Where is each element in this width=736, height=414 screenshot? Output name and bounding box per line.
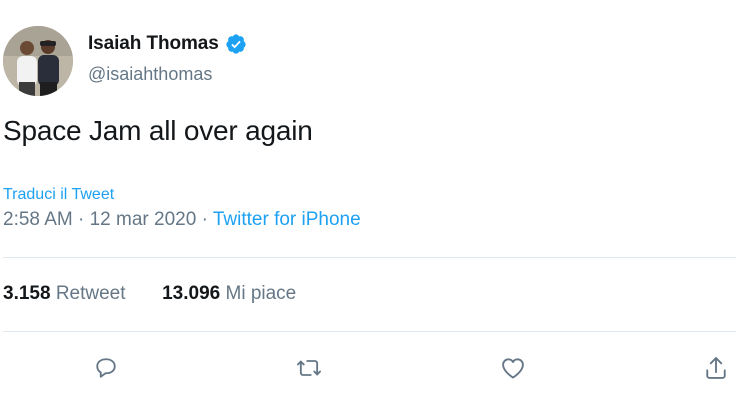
tweet-source-link[interactable]: Twitter for iPhone <box>213 209 361 230</box>
tweet-card: Isaiah Thomas @isaiahthomas Space Jam al… <box>0 0 736 414</box>
verified-badge-icon <box>225 33 247 55</box>
retweets-stat[interactable]: 3.158 Retweet <box>3 283 131 304</box>
engagement-stats: 3.158 Retweet 13.096 Mi piace <box>3 283 296 305</box>
author-handle[interactable]: @isaiahthomas <box>88 64 212 85</box>
share-button[interactable] <box>700 352 732 384</box>
retweets-count: 3.158 <box>3 283 51 304</box>
like-heart-icon <box>502 358 524 379</box>
likes-stat[interactable]: 13.096 Mi piace <box>162 283 296 304</box>
like-button[interactable] <box>497 352 529 384</box>
retweet-icon <box>296 360 322 376</box>
tweet-time[interactable]: 2:58 AM <box>3 209 73 230</box>
profile-photo-icon <box>3 26 73 96</box>
translate-tweet-link[interactable]: Traduci il Tweet <box>3 186 114 204</box>
tweet-metadata: 2:58 AM · 12 mar 2020 · Twitter for iPho… <box>3 209 361 231</box>
author-name[interactable]: Isaiah Thomas <box>88 33 219 55</box>
likes-count: 13.096 <box>162 283 221 304</box>
meta-separator: · <box>78 209 85 230</box>
retweets-label: Retweet <box>55 283 126 304</box>
retweet-button[interactable] <box>293 352 325 384</box>
meta-separator: · <box>201 209 208 230</box>
divider <box>3 331 736 332</box>
reply-icon <box>96 358 116 378</box>
share-icon <box>706 357 726 379</box>
avatar[interactable] <box>3 26 73 96</box>
author-name-row: Isaiah Thomas <box>88 33 247 55</box>
reply-button[interactable] <box>90 352 122 384</box>
likes-label: Mi piace <box>225 283 297 304</box>
tweet-date[interactable]: 12 mar 2020 <box>90 209 197 230</box>
tweet-text: Space Jam all over again <box>3 115 313 146</box>
divider <box>3 257 736 258</box>
